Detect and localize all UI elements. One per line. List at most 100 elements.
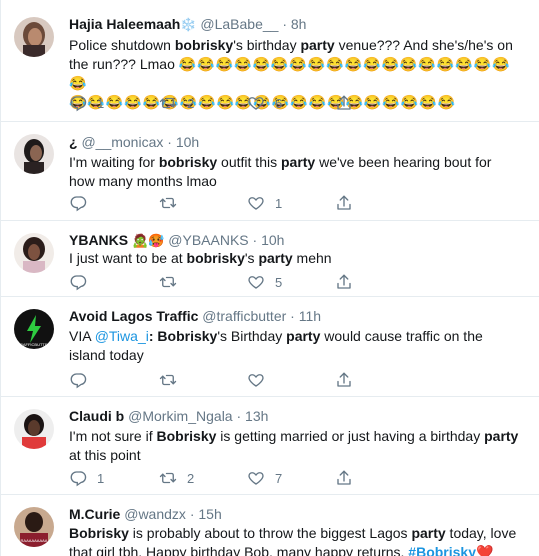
display-name[interactable]: M.Curie xyxy=(69,506,120,522)
retweet-button[interactable]: 2 xyxy=(159,94,194,112)
timestamp[interactable]: 11h xyxy=(299,308,321,324)
tweet[interactable]: Claudi b @Morkim_Ngala · 13h I'm not sur… xyxy=(1,397,539,495)
reply-button[interactable]: 1 xyxy=(69,94,104,112)
keyword-highlight: party xyxy=(484,428,519,444)
mention-link[interactable]: @Tiwa_i xyxy=(95,328,149,344)
retweet-icon xyxy=(159,273,177,291)
display-name[interactable]: Claudi b xyxy=(69,408,124,424)
timestamp[interactable]: 10h xyxy=(176,134,199,150)
reply-icon xyxy=(69,469,87,487)
timestamp[interactable]: 15h xyxy=(198,506,221,522)
display-name[interactable]: Avoid Lagos Traffic xyxy=(69,308,198,324)
avatar[interactable]: TRAFFICBUTTER xyxy=(14,309,54,349)
share-icon xyxy=(335,371,353,389)
tweet[interactable]: YBANKS 🧟🥵 @YBAANKS · 10h I just want to … xyxy=(1,221,539,297)
share-button[interactable] xyxy=(335,469,353,487)
text-segment: VIA xyxy=(69,328,95,344)
retweet-button[interactable] xyxy=(159,371,187,389)
avatar[interactable] xyxy=(14,409,54,449)
reply-button[interactable] xyxy=(69,371,97,389)
separator-dot: · xyxy=(290,308,295,324)
name-emoji: 🧟🥵 xyxy=(132,233,165,248)
retweet-button[interactable] xyxy=(159,194,187,212)
user-handle[interactable]: @__monicax xyxy=(81,134,163,150)
share-icon xyxy=(335,194,353,212)
hashtag-link[interactable]: #Bobrisky xyxy=(408,544,476,556)
like-button[interactable] xyxy=(247,371,275,389)
retweet-icon xyxy=(159,371,177,389)
tweet-feed: Hajia Haleemaah❄️ @LaBabe__ · 8h Police … xyxy=(0,0,539,556)
retweet-icon xyxy=(159,94,177,112)
tweet-actions: 1 2 7 xyxy=(69,469,369,487)
share-icon xyxy=(335,273,353,291)
tweet-text: I just want to be at bobrisky's party me… xyxy=(69,249,521,268)
like-count: 6 xyxy=(275,95,283,111)
keyword-highlight: bobrisky xyxy=(186,250,245,266)
reply-icon xyxy=(69,273,87,291)
share-button[interactable] xyxy=(335,194,353,212)
text-segment: 's Birthday xyxy=(217,328,287,344)
display-name[interactable]: Hajia Haleemaah xyxy=(69,16,180,32)
tweet-header: ¿ @__monicax · 10h xyxy=(69,133,199,151)
retweet-button[interactable]: 2 xyxy=(159,469,194,487)
reply-button[interactable]: 1 xyxy=(69,469,104,487)
share-button[interactable] xyxy=(335,273,353,291)
heart-emoji: ❤️ xyxy=(476,544,494,556)
user-handle[interactable]: @LaBabe__ xyxy=(200,16,278,32)
timestamp[interactable]: 8h xyxy=(291,16,307,32)
timestamp[interactable]: 10h xyxy=(261,232,284,248)
text-segment: Police shutdown xyxy=(69,37,175,53)
user-handle[interactable]: @YBAANKS xyxy=(168,232,248,248)
separator-dot: · xyxy=(236,408,242,424)
avatar[interactable] xyxy=(14,233,54,273)
tweet[interactable]: ¿ @__monicax · 10h I'm waiting for bobri… xyxy=(1,122,539,221)
reply-icon xyxy=(69,94,87,112)
avatar[interactable] xyxy=(14,17,54,57)
user-handle[interactable]: @Morkim_Ngala xyxy=(128,408,232,424)
text-segment: is probably about to throw the biggest L… xyxy=(128,525,412,541)
separator-dot: · xyxy=(282,16,287,32)
timestamp[interactable]: 13h xyxy=(245,408,268,424)
avatar[interactable] xyxy=(14,134,54,174)
text-segment: I'm not sure if xyxy=(69,428,157,444)
share-button[interactable] xyxy=(335,94,353,112)
keyword-highlight: bobrisky xyxy=(158,154,218,170)
keyword-highlight: Bobrisky xyxy=(157,328,218,344)
like-button[interactable]: 5 xyxy=(247,273,282,291)
text-segment: I just want to be at xyxy=(69,250,187,266)
like-icon xyxy=(247,94,265,112)
retweet-icon xyxy=(159,194,177,212)
tweet-header: Claudi b @Morkim_Ngala · 13h xyxy=(69,407,268,425)
display-name[interactable]: YBANKS xyxy=(69,232,128,248)
retweet-count: 2 xyxy=(187,95,195,111)
like-button[interactable]: 7 xyxy=(247,469,282,487)
retweet-button[interactable] xyxy=(159,273,187,291)
separator-dot: · xyxy=(252,232,258,248)
display-name[interactable]: ¿ xyxy=(69,134,78,150)
tweet-text: I'm waiting for bobrisky outfit this par… xyxy=(69,153,521,191)
logo-text: TRAFFICBUTTER xyxy=(18,342,51,347)
avatar[interactable]: RAAAAAAAAA xyxy=(14,507,54,547)
reply-button[interactable] xyxy=(69,194,97,212)
like-button[interactable]: 1 xyxy=(247,194,282,212)
text-segment: 's xyxy=(244,250,259,266)
reply-button[interactable] xyxy=(69,273,97,291)
tweet[interactable]: Hajia Haleemaah❄️ @LaBabe__ · 8h Police … xyxy=(1,0,539,122)
keyword-highlight: bobrisky xyxy=(174,37,234,53)
reply-count: 1 xyxy=(97,95,105,111)
tweet[interactable]: RAAAAAAAAA M.Curie @wandzx · 15h Bobrisk… xyxy=(1,495,539,556)
like-icon xyxy=(247,371,265,389)
tweet[interactable]: TRAFFICBUTTER Avoid Lagos Traffic @traff… xyxy=(1,297,539,397)
tweet-actions: 1 xyxy=(69,194,369,212)
tweet-header: M.Curie @wandzx · 15h xyxy=(69,505,222,523)
like-count: 5 xyxy=(275,274,283,290)
like-button[interactable]: 6 xyxy=(247,94,282,112)
like-count: 7 xyxy=(275,470,283,486)
user-handle[interactable]: @wandzx xyxy=(124,506,186,522)
share-button[interactable] xyxy=(335,371,353,389)
reply-icon xyxy=(69,194,87,212)
user-handle[interactable]: @trafficbutter xyxy=(202,308,286,324)
keyword-highlight: party xyxy=(280,154,316,170)
tweet-text: Bobrisky is probably about to throw the … xyxy=(69,524,521,556)
like-count: 1 xyxy=(275,195,283,211)
